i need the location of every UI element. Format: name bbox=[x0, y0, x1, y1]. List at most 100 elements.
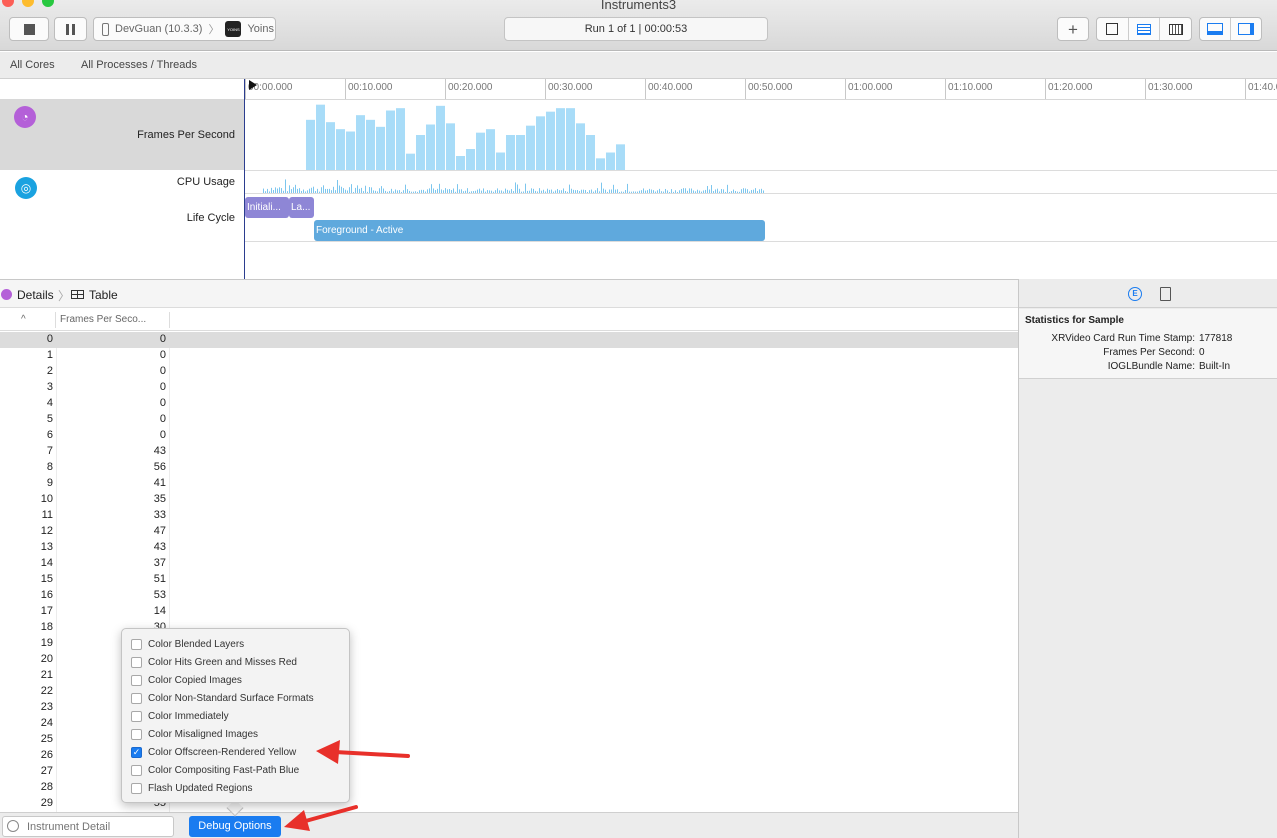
column-divider bbox=[169, 312, 170, 328]
add-instrument-button[interactable]: + bbox=[1057, 17, 1089, 41]
sort-index-column-header[interactable]: ^ bbox=[21, 314, 26, 325]
instrument-strategy-icon[interactable] bbox=[1129, 18, 1161, 40]
debug-option-item[interactable]: Color Hits Green and Misses Red bbox=[122, 653, 349, 671]
table-row[interactable]: 17 14 bbox=[0, 604, 1018, 620]
details-crumb[interactable]: Details bbox=[17, 288, 54, 302]
table-row[interactable]: 50 bbox=[0, 412, 1018, 428]
all-processes-filter[interactable]: All Processes / Threads bbox=[81, 59, 197, 71]
cpu-spike bbox=[339, 185, 340, 193]
cpu-spike bbox=[679, 190, 680, 193]
inspector-pane-toggle-icon[interactable] bbox=[1231, 18, 1261, 40]
cpu-spike bbox=[363, 191, 364, 193]
cpu-spike bbox=[653, 190, 654, 193]
pause-button[interactable] bbox=[54, 17, 87, 41]
table-row[interactable]: 60 bbox=[0, 428, 1018, 444]
checkbox-icon[interactable] bbox=[131, 710, 142, 722]
view-segmented-control[interactable] bbox=[1199, 17, 1262, 41]
table-row[interactable]: 20 bbox=[0, 364, 1018, 380]
table-row[interactable]: 13 43 bbox=[0, 540, 1018, 556]
column-divider bbox=[55, 312, 56, 328]
cpu-spike bbox=[589, 190, 590, 193]
table-row[interactable]: 00 bbox=[0, 332, 1018, 348]
debug-option-label: Color Compositing Fast-Path Blue bbox=[148, 764, 300, 776]
cpu-spike bbox=[271, 187, 272, 193]
fps-bar bbox=[316, 104, 325, 170]
strategy-segmented-control[interactable] bbox=[1096, 17, 1192, 41]
cpu-spike bbox=[763, 190, 764, 193]
table-row[interactable]: 16 53 bbox=[0, 588, 1018, 604]
checkbox-icon[interactable] bbox=[131, 656, 142, 668]
table-row[interactable]: 30 bbox=[0, 380, 1018, 396]
cpu-spike bbox=[647, 190, 648, 193]
cpu-spike bbox=[393, 191, 394, 193]
cpu-spike bbox=[745, 188, 746, 193]
detail-pane-toggle-icon[interactable] bbox=[1200, 18, 1231, 40]
playhead-icon[interactable] bbox=[249, 80, 257, 90]
cpu-spike bbox=[397, 190, 398, 193]
core-animation-small-icon bbox=[1, 289, 12, 300]
debug-option-item[interactable]: Color Non-Standard Surface Formats bbox=[122, 689, 349, 707]
debug-option-item[interactable]: Color Immediately bbox=[122, 707, 349, 725]
cpu-spike bbox=[593, 191, 594, 193]
debug-option-item[interactable]: Color Misaligned Images bbox=[122, 725, 349, 743]
debug-options-button[interactable]: Debug Options bbox=[189, 816, 281, 837]
checkbox-icon[interactable] bbox=[131, 782, 142, 794]
all-cores-filter[interactable]: All Cores bbox=[10, 59, 55, 71]
debug-option-item[interactable]: Color Copied Images bbox=[122, 671, 349, 689]
table-row[interactable]: 7 43 bbox=[0, 444, 1018, 460]
thread-strategy-icon[interactable] bbox=[1160, 18, 1191, 40]
table-row[interactable]: 12 47 bbox=[0, 524, 1018, 540]
table-crumb[interactable]: Table bbox=[89, 288, 118, 302]
cpu-spike bbox=[579, 191, 580, 193]
table-row[interactable]: 15 51 bbox=[0, 572, 1018, 588]
checkbox-icon[interactable] bbox=[131, 764, 142, 776]
cpu-spike bbox=[345, 189, 346, 193]
instrument-detail-filter-input[interactable] bbox=[2, 816, 174, 837]
table-row[interactable]: 8 56 bbox=[0, 460, 1018, 476]
cpu-spike bbox=[575, 190, 576, 193]
table-row[interactable]: 14 37 bbox=[0, 556, 1018, 572]
lifecycle-foreground-segment[interactable]: Foreground - Active bbox=[314, 220, 765, 241]
cpu-spike bbox=[467, 188, 468, 193]
cpu-strategy-icon[interactable] bbox=[1097, 18, 1129, 40]
extended-detail-icon[interactable]: E bbox=[1128, 287, 1142, 301]
table-row[interactable]: 10 bbox=[0, 348, 1018, 364]
fps-column-header[interactable]: Frames Per Seco... bbox=[60, 314, 146, 325]
lifecycle-launching-segment[interactable]: La... bbox=[289, 197, 314, 218]
cpu-spike bbox=[379, 188, 380, 193]
debug-option-item[interactable]: Flash Updated Regions bbox=[122, 779, 349, 797]
checkbox-checked-icon[interactable]: ✓ bbox=[131, 746, 142, 758]
table-row[interactable]: 11 33 bbox=[0, 508, 1018, 524]
cpu-spike bbox=[755, 188, 756, 193]
timeline-plot-area[interactable]: Initiali... La... Foreground - Active bbox=[245, 100, 1277, 278]
debug-option-label: Flash Updated Regions bbox=[148, 782, 253, 794]
checkbox-icon[interactable] bbox=[131, 638, 142, 650]
cpu-spike bbox=[675, 190, 676, 193]
cpu-spike bbox=[275, 187, 276, 193]
table-row[interactable]: 9 41 bbox=[0, 476, 1018, 492]
cpu-spike bbox=[437, 188, 438, 193]
checkbox-icon[interactable] bbox=[131, 728, 142, 740]
cpu-spike bbox=[611, 189, 612, 193]
cpu-spike bbox=[431, 184, 432, 193]
table-row[interactable]: 10 35 bbox=[0, 492, 1018, 508]
debug-option-item[interactable]: Color Compositing Fast-Path Blue bbox=[122, 761, 349, 779]
lifecycle-track-label: Life Cycle bbox=[186, 212, 235, 224]
checkbox-icon[interactable] bbox=[131, 692, 142, 704]
stop-button[interactable] bbox=[9, 17, 49, 41]
document-icon[interactable] bbox=[1160, 287, 1171, 301]
cpu-spike bbox=[489, 190, 490, 193]
checkbox-icon[interactable] bbox=[131, 674, 142, 686]
stop-icon bbox=[23, 23, 35, 35]
cpu-spike bbox=[607, 191, 608, 193]
debug-option-item[interactable]: ✓ Color Offscreen-Rendered Yellow bbox=[122, 743, 349, 761]
lifecycle-initializing-segment[interactable]: Initiali... bbox=[245, 197, 289, 218]
cpu-spike bbox=[637, 191, 638, 193]
run-status-box[interactable]: Run 1 of 1 | 00:00:53 bbox=[504, 17, 768, 41]
table-row[interactable]: 40 bbox=[0, 396, 1018, 412]
timeline-ruler[interactable]: 00:00.000 00:10.000 00:20.000 00:30.000 … bbox=[0, 79, 1277, 100]
row-index: 15 bbox=[40, 573, 53, 585]
row-fps-value: 56 bbox=[153, 461, 166, 473]
target-device-selector[interactable]: DevGuan (10.3.3) 〉 YOINS Yoins bbox=[93, 17, 276, 41]
debug-option-item[interactable]: Color Blended Layers bbox=[122, 635, 349, 653]
